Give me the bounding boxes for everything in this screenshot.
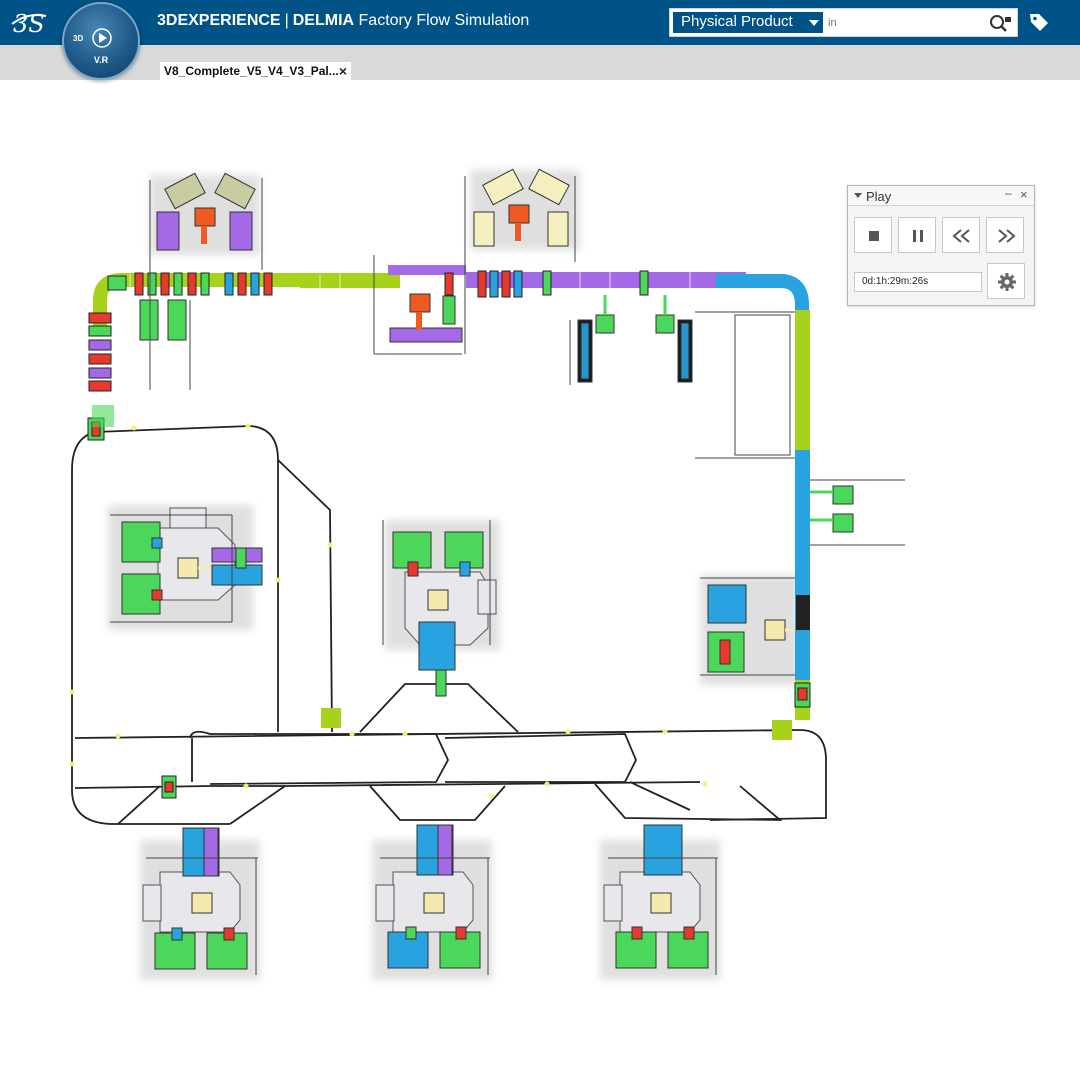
search-scope-value: Physical Product bbox=[681, 13, 793, 30]
tab-strip: V8_Complete_V5_V4_V3_Pal... × bbox=[0, 45, 1080, 80]
top-right-stations bbox=[569, 295, 795, 459]
search-icon[interactable] bbox=[988, 14, 1012, 32]
fast-forward-icon bbox=[998, 229, 1016, 243]
tab-document-label: V8_Complete_V5_V4_V3_Pal... bbox=[164, 64, 339, 78]
top-bar: 3S 3DEXPERIENCE | DELMIA Factory Flow Simu… bbox=[0, 0, 1080, 45]
rewind-button[interactable] bbox=[942, 217, 980, 253]
compass-widget[interactable]: 3D V.R bbox=[62, 2, 140, 80]
settings-button[interactable] bbox=[987, 263, 1025, 299]
brand-name: 3DEXPERIENCE bbox=[157, 12, 281, 29]
app-title: 3DEXPERIENCE | DELMIA Factory Flow Simulat… bbox=[157, 12, 529, 30]
play-panel-title: Play bbox=[866, 189, 892, 204]
rewind-icon bbox=[952, 229, 970, 243]
minimize-button[interactable]: – bbox=[1005, 186, 1012, 200]
pause-icon bbox=[913, 230, 923, 242]
close-icon[interactable]: × bbox=[339, 63, 347, 79]
pause-button[interactable] bbox=[898, 217, 936, 253]
stop-icon bbox=[869, 231, 879, 241]
dassault-logo-icon: 3S bbox=[11, 10, 47, 38]
gear-icon bbox=[998, 273, 1016, 291]
product-name: DELMIA bbox=[292, 12, 355, 29]
collapse-icon[interactable] bbox=[854, 193, 862, 198]
play-panel: Play – × 0d:1h:29m:26s bbox=[847, 185, 1035, 306]
compass-3d-label: 3D bbox=[73, 34, 84, 43]
tag-icon[interactable] bbox=[1028, 11, 1050, 33]
chevron-down-icon bbox=[809, 20, 819, 26]
play-panel-header[interactable]: Play – × bbox=[848, 186, 1034, 206]
search-input[interactable] bbox=[828, 12, 978, 33]
title-separator: | bbox=[284, 12, 289, 29]
compass-vr-label: V.R bbox=[93, 55, 109, 65]
search-box: Physical Product bbox=[669, 8, 1018, 37]
stop-button[interactable] bbox=[854, 217, 892, 253]
tab-document[interactable]: V8_Complete_V5_V4_V3_Pal... × bbox=[160, 62, 351, 80]
app-name: Factory Flow Simulation bbox=[358, 12, 530, 29]
compass-play-icon[interactable] bbox=[92, 28, 112, 48]
close-button[interactable]: × bbox=[1020, 187, 1028, 202]
search-scope-select[interactable]: Physical Product bbox=[673, 12, 823, 33]
simulation-time-field[interactable]: 0d:1h:29m:26s bbox=[854, 272, 982, 292]
fast-forward-button[interactable] bbox=[986, 217, 1024, 253]
